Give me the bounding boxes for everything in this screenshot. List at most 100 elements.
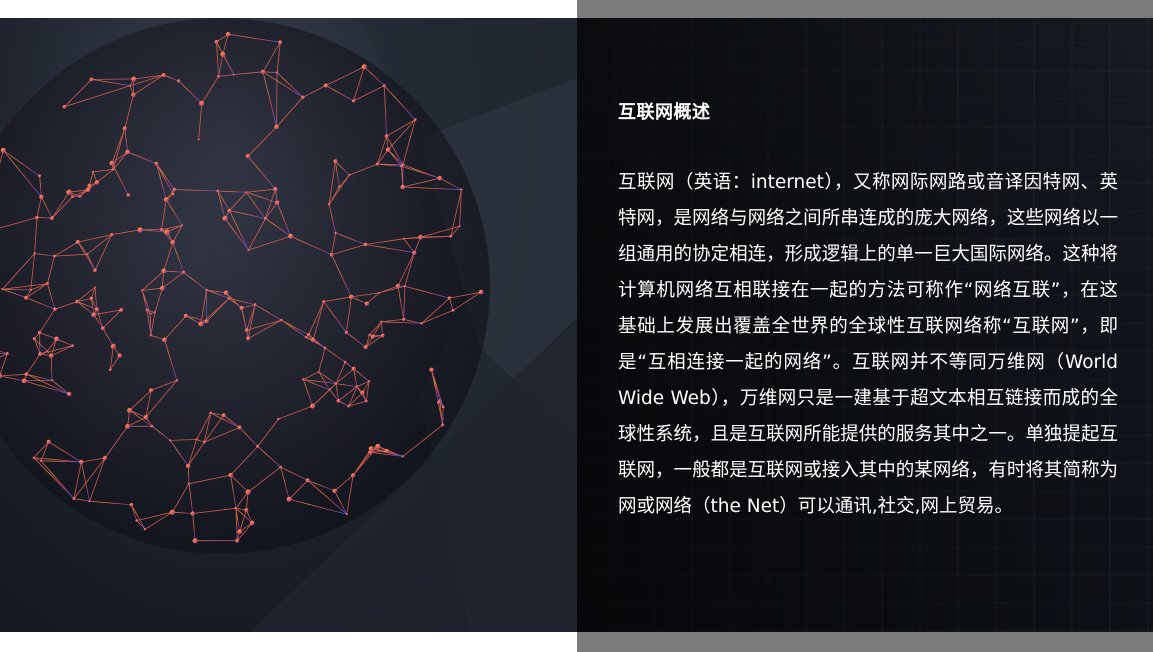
network-node — [302, 378, 305, 381]
network-node — [170, 240, 176, 245]
network-node — [273, 187, 278, 192]
network-node — [131, 76, 137, 82]
network-node — [413, 118, 417, 121]
network-node — [328, 388, 331, 391]
network-node — [38, 174, 42, 178]
network-node — [395, 283, 401, 289]
network-node — [364, 399, 368, 403]
network-node — [125, 424, 130, 429]
network-node — [375, 443, 381, 449]
network-node — [418, 234, 423, 240]
network-node — [46, 439, 51, 444]
network-node — [441, 423, 445, 427]
network-node — [336, 399, 341, 403]
network-node — [199, 100, 205, 106]
network-node — [220, 51, 226, 57]
network-node — [66, 189, 72, 195]
network-node — [54, 336, 59, 342]
network-node — [94, 180, 100, 185]
network-node — [403, 285, 407, 288]
network-node — [385, 147, 391, 153]
network-node — [306, 333, 311, 337]
network-node — [205, 288, 208, 292]
network-node — [332, 488, 337, 494]
network-node — [382, 84, 386, 88]
network-node — [323, 83, 328, 88]
network-node — [102, 455, 108, 461]
top-gray-bar — [577, 0, 1153, 18]
network-node — [129, 503, 134, 507]
network-node — [143, 528, 147, 531]
network-node — [162, 337, 167, 343]
network-node — [227, 208, 232, 213]
network-node — [338, 185, 341, 188]
network-node — [198, 321, 204, 327]
network-node — [322, 300, 326, 304]
network-node — [192, 538, 198, 544]
network-node — [137, 227, 143, 233]
network-node — [149, 388, 154, 393]
network-node — [109, 160, 115, 166]
network-node — [79, 459, 84, 465]
network-node — [279, 465, 283, 469]
network-node — [37, 331, 42, 335]
network-node — [343, 360, 347, 364]
network-node — [204, 319, 209, 324]
network-node — [429, 367, 434, 372]
network-node — [86, 253, 89, 256]
network-node — [363, 345, 368, 350]
network-node — [244, 508, 249, 513]
network-node — [149, 312, 152, 315]
network-node — [400, 184, 406, 190]
network-node — [380, 320, 383, 323]
network-node — [50, 216, 54, 221]
network-node — [360, 390, 365, 395]
network-node — [110, 233, 114, 237]
network-node — [329, 252, 334, 257]
network-node — [125, 149, 130, 155]
network-node — [45, 282, 50, 286]
network-node — [261, 69, 265, 74]
network-node — [367, 380, 371, 383]
network-node — [177, 79, 181, 83]
network-node — [441, 405, 445, 409]
network-node — [38, 352, 42, 356]
network-node — [348, 173, 351, 177]
network-node — [154, 161, 159, 166]
network-node — [275, 200, 280, 205]
network-node — [49, 353, 54, 358]
network-node — [1, 288, 4, 291]
network-link — [39, 332, 41, 355]
network-node — [449, 234, 453, 238]
network-node — [317, 370, 320, 373]
network-node — [119, 308, 124, 312]
network-node — [478, 289, 484, 295]
network-node — [190, 511, 195, 516]
network-node — [460, 188, 463, 191]
network-node — [221, 413, 226, 418]
network-node — [228, 472, 233, 478]
network-node — [85, 187, 91, 193]
network-node — [182, 270, 186, 274]
bottom-gray-bar — [577, 632, 1153, 652]
network-node — [214, 40, 219, 44]
network-node — [169, 439, 172, 442]
network-node — [384, 134, 389, 138]
network-node — [227, 297, 231, 300]
network-node — [145, 308, 149, 312]
network-node — [24, 295, 29, 300]
network-node — [88, 500, 91, 503]
network-node — [0, 147, 6, 153]
network-node — [301, 95, 305, 100]
network-node — [234, 507, 238, 510]
network-node — [161, 73, 166, 78]
network-node — [195, 438, 198, 441]
network-node — [368, 333, 371, 337]
network-node — [171, 192, 175, 196]
network-node — [32, 456, 35, 459]
network-node — [75, 299, 79, 304]
network-node — [253, 303, 257, 307]
network-node — [183, 313, 188, 318]
network-node — [237, 529, 243, 535]
network-node — [344, 330, 349, 335]
